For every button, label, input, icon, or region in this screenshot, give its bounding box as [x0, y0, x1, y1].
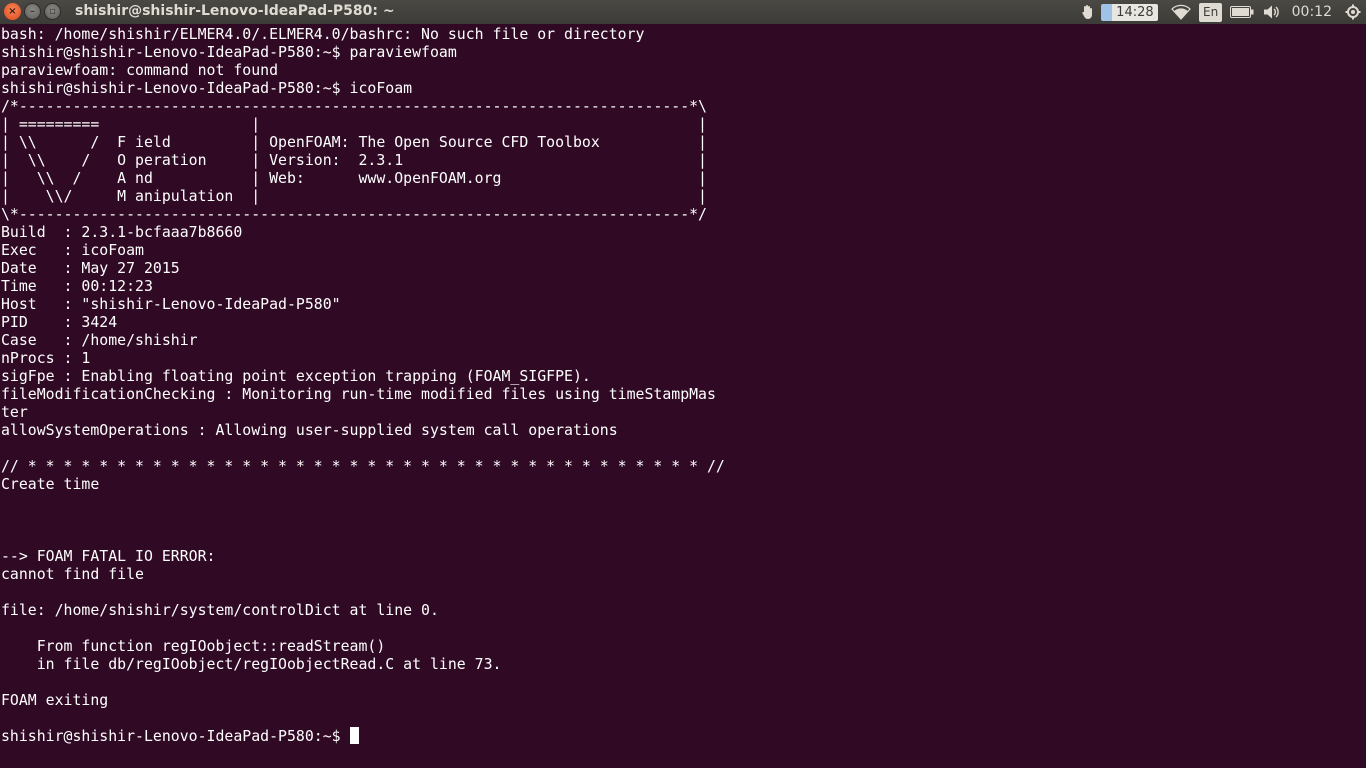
- keyboard-icon: En: [1199, 2, 1223, 22]
- close-button[interactable]: ×: [4, 3, 21, 20]
- minimize-button[interactable]: –: [24, 3, 41, 20]
- maximize-icon: ▫: [49, 5, 56, 17]
- terminal-line: /*--------------------------------------…: [1, 97, 707, 115]
- clock-indicator[interactable]: 00:12: [1286, 0, 1340, 24]
- terminal-line: --> FOAM FATAL IO ERROR:: [1, 547, 216, 565]
- terminal-line: paraviewfoam: command not found: [1, 61, 279, 79]
- prompt-line[interactable]: shishir@shishir-Lenovo-IdeaPad-P580:~$: [1, 727, 1366, 745]
- window-controls: × – ▫: [4, 3, 61, 20]
- terminal-line: file: /home/shishir/system/controlDict a…: [1, 601, 439, 619]
- text-cursor: [349, 727, 359, 744]
- terminal-line: shishir@shishir-Lenovo-IdeaPad-P580:~$ i…: [1, 79, 413, 97]
- terminal-line: cannot find file: [1, 565, 144, 583]
- terminal-line: Date : May 27 2015: [1, 259, 180, 277]
- terminal-line: bash: /home/shishir/ELMER4.0/.ELMER4.0/b…: [1, 25, 645, 43]
- wifi-indicator[interactable]: [1166, 0, 1196, 24]
- terminal-line: fileModificationChecking : Monitoring ru…: [1, 385, 716, 403]
- time-tracker-bar: [1101, 3, 1113, 21]
- time-tracker-badge: 14:28: [1101, 3, 1159, 21]
- session-indicator[interactable]: [1340, 0, 1366, 24]
- volume-indicator[interactable]: [1258, 0, 1286, 24]
- terminal-line: PID : 3424: [1, 313, 118, 331]
- terminal-line: sigFpe : Enabling floating point excepti…: [1, 367, 591, 385]
- terminal-line: ter: [1, 403, 28, 421]
- wifi-icon: [1170, 4, 1191, 20]
- battery-icon: [1229, 6, 1254, 18]
- terminal-line: allowSystemOperations : Allowing user-su…: [1, 421, 618, 439]
- terminal-line: | \\ / F ield | OpenFOAM: The Open Sourc…: [1, 133, 707, 151]
- terminal-line: \*--------------------------------------…: [1, 205, 707, 223]
- terminal-output[interactable]: bash: /home/shishir/ELMER4.0/.ELMER4.0/b…: [0, 24, 1366, 768]
- terminal-line: Host : "shishir-Lenovo-IdeaPad-P580": [1, 295, 341, 313]
- terminal-line: From function regIOobject::readStream(): [1, 637, 386, 655]
- terminal-line: shishir@shishir-Lenovo-IdeaPad-P580:~$ p…: [1, 43, 457, 61]
- indicator-area: 14:28 En 00:12: [1077, 0, 1366, 24]
- terminal-line: Create time: [1, 475, 100, 493]
- close-icon: ×: [8, 5, 17, 17]
- gear-icon: [1345, 4, 1361, 20]
- terminal-line: FOAM exiting: [1, 691, 109, 709]
- clock-text: 00:12: [1291, 4, 1332, 20]
- terminal-line: | ========= | |: [1, 115, 707, 133]
- terminal-line: | \\/ M anipulation | |: [1, 187, 707, 205]
- hand-indicator[interactable]: [1077, 0, 1099, 24]
- top-panel: × – ▫ shishir@shishir-Lenovo-IdeaPad-P58…: [0, 0, 1366, 24]
- terminal-line: | \\ / O peration | Version: 2.3.1 |: [1, 151, 707, 169]
- time-tracker-indicator[interactable]: 14:28: [1099, 0, 1165, 24]
- terminal-line: nProcs : 1: [1, 349, 91, 367]
- minimize-icon: –: [30, 5, 35, 17]
- maximize-button[interactable]: ▫: [44, 3, 61, 20]
- time-tracker-time: 14:28: [1112, 3, 1158, 21]
- terminal-line: Build : 2.3.1-bcfaaa7b8660: [1, 223, 243, 241]
- terminal-line: Case : /home/shishir: [1, 331, 198, 349]
- terminal-line: Time : 00:12:23: [1, 277, 153, 295]
- hand-icon: [1082, 5, 1093, 20]
- terminal-line: in file db/regIOobject/regIOobjectRead.C…: [1, 655, 502, 673]
- window-title: shishir@shishir-Lenovo-IdeaPad-P580: ~: [75, 3, 395, 19]
- keyboard-indicator[interactable]: En: [1196, 0, 1226, 24]
- terminal-line: Exec : icoFoam: [1, 241, 144, 259]
- volume-icon: [1263, 5, 1279, 19]
- battery-indicator[interactable]: [1226, 0, 1258, 24]
- shell-prompt: shishir@shishir-Lenovo-IdeaPad-P580:~$: [1, 727, 350, 745]
- terminal-line: // * * * * * * * * * * * * * * * * * * *…: [1, 457, 725, 475]
- terminal-line: | \\ / A nd | Web: www.OpenFOAM.org |: [1, 169, 707, 187]
